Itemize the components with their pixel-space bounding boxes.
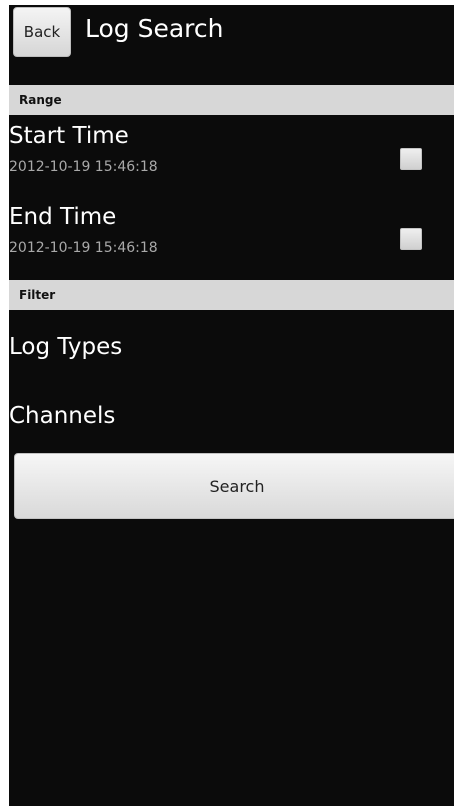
- log-types-label: Log Types: [9, 334, 123, 360]
- section-header-filter: Filter: [9, 280, 454, 310]
- log-search-screen: Back Log Search Range Start Time 2012-10…: [9, 5, 454, 806]
- log-types-row[interactable]: Log Types: [9, 323, 454, 383]
- channels-row[interactable]: Channels: [9, 391, 454, 451]
- channels-label: Channels: [9, 403, 116, 429]
- back-button[interactable]: Back: [13, 7, 71, 57]
- end-time-label: End Time: [9, 204, 117, 230]
- start-time-value: 2012-10-19 15:46:18: [9, 159, 158, 175]
- end-time-row[interactable]: End Time 2012-10-19 15:46:18: [9, 199, 454, 277]
- start-time-row[interactable]: Start Time 2012-10-19 15:46:18: [9, 119, 454, 195]
- section-header-range: Range: [9, 85, 454, 115]
- search-button[interactable]: Search: [14, 453, 454, 519]
- end-time-checkbox[interactable]: [400, 228, 422, 250]
- action-bar: Back Log Search: [9, 5, 454, 85]
- end-time-value: 2012-10-19 15:46:18: [9, 240, 158, 256]
- start-time-label: Start Time: [9, 123, 129, 149]
- page-title: Log Search: [85, 14, 224, 43]
- start-time-checkbox[interactable]: [400, 148, 422, 170]
